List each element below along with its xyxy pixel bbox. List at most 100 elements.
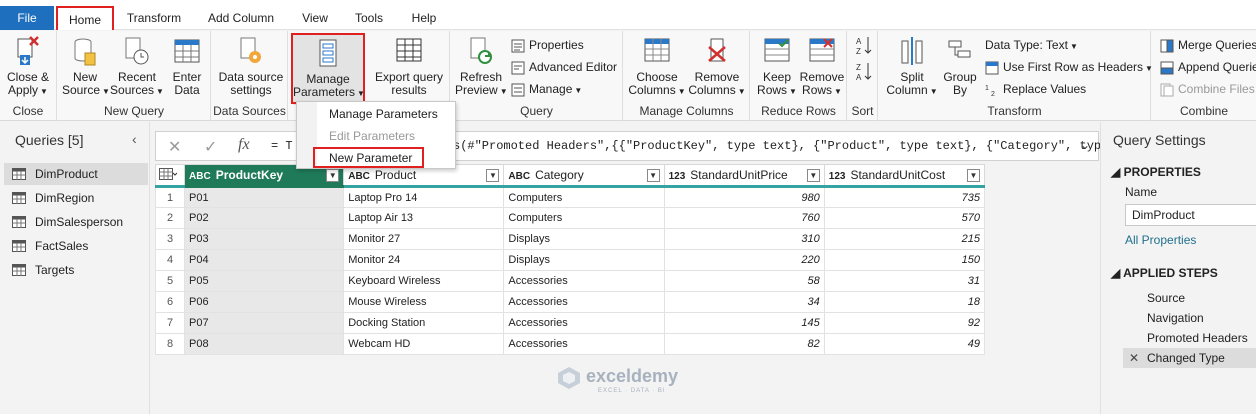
group-by-button[interactable]: Group By — [941, 35, 979, 97]
table-cell[interactable]: 150 — [823, 249, 986, 271]
table-cell[interactable]: 215 — [823, 228, 986, 250]
table-cell[interactable]: Mouse Wireless — [343, 291, 505, 313]
use-first-row-button[interactable]: Use First Row as Headers ▼ — [985, 57, 1153, 77]
column-header-category[interactable]: ABC Category ▼ — [503, 164, 665, 188]
table-cell[interactable]: P03 — [184, 228, 345, 250]
step-changed-type[interactable]: ✕ Changed Type — [1123, 348, 1256, 368]
table-cell[interactable]: 145 — [663, 312, 825, 334]
table-cell[interactable]: P01 — [184, 186, 345, 208]
table-cell[interactable]: Webcam HD — [343, 333, 505, 355]
sort-ascending-button[interactable]: AZ — [856, 35, 876, 56]
table-cell[interactable]: 18 — [823, 291, 986, 313]
table-menu-button[interactable] — [154, 164, 186, 188]
enter-data-button[interactable]: Enter Data — [166, 35, 208, 97]
table-cell[interactable]: 980 — [663, 186, 825, 208]
table-cell[interactable]: Accessories — [503, 312, 665, 334]
step-source[interactable]: Source — [1123, 288, 1256, 308]
query-item-dimsalesperson[interactable]: DimSalesperson — [4, 211, 148, 233]
table-cell[interactable]: 760 — [663, 207, 825, 229]
filter-dropdown-icon[interactable]: ▼ — [806, 169, 820, 182]
split-column-button[interactable]: Split Column ▼ — [883, 35, 941, 98]
advanced-editor-button[interactable]: Advanced Editor — [511, 57, 617, 77]
table-cell[interactable]: Accessories — [503, 270, 665, 292]
table-cell[interactable]: Computers — [503, 207, 665, 229]
table-cell[interactable]: 310 — [663, 228, 825, 250]
new-source-button[interactable]: New Source ▼ — [62, 35, 110, 98]
step-promoted-headers[interactable]: Promoted Headers — [1123, 328, 1256, 348]
tab-add-column[interactable]: Add Column — [200, 6, 282, 30]
table-cell[interactable]: P05 — [184, 270, 345, 292]
table-cell[interactable]: P06 — [184, 291, 345, 313]
column-header-standardunitcost[interactable]: 123 StandardUnitCost ▼ — [823, 164, 986, 188]
merge-queries-button[interactable]: Merge Queries — [1160, 35, 1256, 55]
table-cell[interactable]: Monitor 27 — [343, 228, 505, 250]
combine-files-button[interactable]: Combine Files — [1160, 79, 1255, 99]
tab-help[interactable]: Help — [404, 6, 444, 30]
column-header-standardunitprice[interactable]: 123 StandardUnitPrice ▼ — [663, 164, 825, 188]
table-cell[interactable]: 31 — [823, 270, 986, 292]
expand-formula-icon[interactable]: ⌄ — [1080, 138, 1090, 152]
append-queries-button[interactable]: Append Queries — [1160, 57, 1256, 77]
table-cell[interactable]: Laptop Air 13 — [343, 207, 505, 229]
properties-section[interactable]: ◢ PROPERTIES — [1111, 165, 1201, 179]
menu-item-manage-parameters[interactable]: Manage Parameters — [329, 107, 438, 121]
filter-dropdown-icon[interactable]: ▼ — [967, 169, 980, 182]
filter-dropdown-icon[interactable]: ▼ — [646, 169, 660, 182]
table-cell[interactable]: 570 — [823, 207, 986, 229]
query-name-input[interactable]: DimProduct — [1125, 204, 1256, 226]
query-item-factsales[interactable]: FactSales — [4, 235, 148, 257]
filter-dropdown-icon[interactable]: ▼ — [326, 169, 340, 182]
cancel-icon[interactable]: ✕ — [168, 137, 181, 157]
menu-item-edit-parameters[interactable]: Edit Parameters — [329, 129, 415, 143]
table-cell[interactable]: Monitor 24 — [343, 249, 505, 271]
remove-columns-button[interactable]: Remove Columns ▼ — [688, 35, 746, 98]
table-cell[interactable]: Accessories — [503, 333, 665, 355]
all-properties-link[interactable]: All Properties — [1125, 233, 1196, 247]
table-cell[interactable]: P08 — [184, 333, 345, 355]
replace-values-button[interactable]: 1 2 Replace Values — [985, 79, 1086, 99]
confirm-icon[interactable]: ✓ — [204, 137, 217, 157]
table-cell[interactable]: P04 — [184, 249, 345, 271]
query-item-dimregion[interactable]: DimRegion — [4, 187, 148, 209]
table-cell[interactable]: Laptop Pro 14 — [343, 186, 505, 208]
query-item-dimproduct[interactable]: DimProduct — [4, 163, 148, 185]
tab-transform[interactable]: Transform — [124, 6, 184, 30]
table-cell[interactable]: Displays — [503, 228, 665, 250]
data-type-dropdown[interactable]: Data Type: Text ▼ — [985, 35, 1078, 55]
remove-rows-button[interactable]: Remove Rows ▼ — [799, 35, 845, 98]
table-cell[interactable]: 92 — [823, 312, 986, 334]
table-cell[interactable]: Computers — [503, 186, 665, 208]
table-cell[interactable]: Accessories — [503, 291, 665, 313]
table-cell[interactable]: 49 — [823, 333, 986, 355]
choose-columns-button[interactable]: Choose Columns ▼ — [628, 35, 686, 98]
data-source-settings-button[interactable]: Data source settings — [216, 35, 286, 97]
close-apply-button[interactable]: Close & Apply ▼ — [4, 35, 52, 98]
step-navigation[interactable]: Navigation — [1123, 308, 1256, 328]
collapse-pane-icon[interactable]: ‹ — [132, 131, 137, 147]
table-cell[interactable]: 220 — [663, 249, 825, 271]
table-cell[interactable]: 82 — [663, 333, 825, 355]
keep-rows-button[interactable]: Keep Rows ▼ — [755, 35, 799, 98]
tab-home[interactable]: Home — [56, 6, 114, 30]
filter-dropdown-icon[interactable]: ▼ — [486, 169, 500, 182]
table-cell[interactable]: P07 — [184, 312, 345, 334]
delete-step-icon[interactable]: ✕ — [1129, 348, 1139, 368]
manage-button[interactable]: Manage ▼ — [511, 79, 582, 99]
query-item-targets[interactable]: Targets — [4, 259, 148, 281]
table-cell[interactable]: 58 — [663, 270, 825, 292]
applied-steps-section[interactable]: ◢ APPLIED STEPS — [1111, 266, 1218, 280]
table-cell[interactable]: Keyboard Wireless — [343, 270, 505, 292]
export-query-results-button[interactable]: Export query results — [371, 35, 447, 97]
tab-view[interactable]: View — [296, 6, 334, 30]
properties-button[interactable]: Properties — [511, 35, 584, 55]
table-cell[interactable]: 735 — [823, 186, 986, 208]
recent-sources-button[interactable]: Recent Sources ▼ — [110, 35, 164, 98]
sort-descending-button[interactable]: ZA — [856, 61, 876, 82]
tab-file[interactable]: File — [0, 6, 54, 30]
tab-tools[interactable]: Tools — [348, 6, 390, 30]
table-cell[interactable]: 34 — [663, 291, 825, 313]
table-cell[interactable]: P02 — [184, 207, 345, 229]
table-cell[interactable]: Docking Station — [343, 312, 505, 334]
refresh-preview-button[interactable]: Refresh Preview ▼ — [455, 35, 508, 98]
table-cell[interactable]: Displays — [503, 249, 665, 271]
